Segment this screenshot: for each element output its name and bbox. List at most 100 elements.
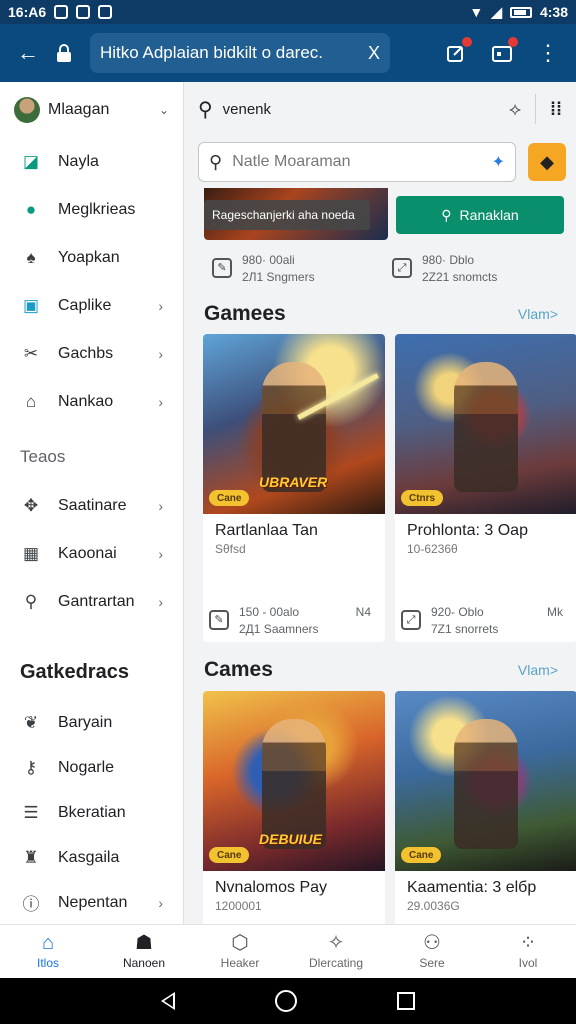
- card-meta: ⤢ 920- Oblo 7Z1 snorrets Mk: [401, 604, 573, 638]
- leaf-icon: ❦: [23, 712, 39, 732]
- pin-icon[interactable]: ⟡: [509, 99, 521, 120]
- account-switcher[interactable]: Mlaagan ⌄: [0, 82, 183, 138]
- drawer-item-label: Saatinare: [58, 497, 127, 514]
- home-icon[interactable]: [275, 990, 297, 1012]
- view-more-link[interactable]: Vlam>: [518, 306, 558, 322]
- calendar-icon[interactable]: [484, 35, 520, 71]
- drawer-item-label: Gachbs: [58, 345, 114, 362]
- edit-icon[interactable]: [438, 35, 474, 71]
- input-row: ⚲ Natle Moaraman ✦ ◆: [184, 136, 576, 188]
- signal-icon: ◢: [491, 3, 502, 20]
- more-vert-icon[interactable]: ⋮: [530, 35, 566, 71]
- game-image: UBRAVER Cane: [203, 334, 385, 514]
- status-bar: 16:A6 ▼ ◢ 4:38: [0, 0, 576, 24]
- search-query[interactable]: venenk: [223, 101, 271, 118]
- search-icon[interactable]: ⚲: [198, 97, 213, 122]
- bottom-nav-item[interactable]: ✧ Dlercating: [288, 925, 384, 978]
- search-input[interactable]: ⚲ Natle Moaraman ✦: [198, 142, 516, 182]
- bottom-nav-item[interactable]: ⚇ Sere: [384, 925, 480, 978]
- voice-icon[interactable]: ✦: [492, 152, 505, 172]
- bottom-nav-item[interactable]: ⌂ Itlos: [0, 925, 96, 978]
- drawer-item[interactable]: ● Meglkrieas: [0, 186, 183, 234]
- badge-icon: ✧: [327, 932, 345, 954]
- key-icon: ⚷: [24, 757, 38, 777]
- game-card[interactable]: Rageschanjerki aha noeda ✎ 980· 00ali 2Л…: [204, 188, 388, 292]
- bottom-nav-label: Sere: [419, 956, 445, 970]
- meta-tag: Mk: [547, 605, 563, 619]
- clear-url-icon[interactable]: X: [368, 43, 380, 64]
- game-card[interactable]: UBRAVER Cane Rartlanlaa Tan Sθfsd ✎ 150 …: [203, 334, 385, 642]
- tooltip: Rageschanjerki aha noeda: [204, 200, 370, 230]
- game-banner: DEBUIUE: [259, 831, 323, 847]
- green-button-label: Ranaklan: [459, 207, 519, 223]
- drawer-section-header: Teaos: [20, 447, 66, 466]
- card-meta: ✎ 980· 00ali 2Л1 Sngmers: [212, 252, 315, 286]
- notification-icon: [76, 5, 91, 19]
- search-icon: ⚲: [209, 151, 223, 172]
- hero-figure: [454, 362, 518, 492]
- drawer-item[interactable]: ♠ Yoapkan: [0, 234, 183, 282]
- bottom-navigation: ⌂ Itlos ☗ Nanoen ⬡ Heaker ✧ Dlercating ⚇…: [0, 924, 576, 978]
- drawer-item[interactable]: ▦ Kaoonai ›: [0, 530, 183, 578]
- drawer-item[interactable]: ⚲ Gantrartan ›: [0, 578, 183, 626]
- game-card[interactable]: Cane Kaamentia: 3 elбp 29.0036G: [395, 691, 576, 924]
- notification-badge: [462, 37, 472, 47]
- drawer-item[interactable]: ⓘ Nepentan ›: [0, 880, 183, 925]
- drawer-item[interactable]: ◪ Nayla: [0, 138, 183, 186]
- section-title: Cames: [204, 658, 273, 681]
- bottom-nav-item[interactable]: ⁘ Ivol: [480, 925, 576, 978]
- back-arrow-icon[interactable]: ←: [10, 35, 46, 71]
- drawer-item[interactable]: ❦ Baryain: [0, 700, 183, 745]
- chevron-right-icon: ›: [158, 498, 163, 514]
- game-image: Ctnrs: [395, 334, 576, 514]
- drawer-item-label: Yoapkan: [58, 249, 120, 266]
- chevron-right-icon: ›: [158, 546, 163, 562]
- calendar-icon: ▦: [22, 544, 40, 563]
- drawer-item[interactable]: ▣ Caplike ›: [0, 282, 183, 330]
- navigation-drawer: Mlaagan ⌄ ◪ Nayla ● Meglkrieas ♠ Yoapkan…: [0, 82, 184, 924]
- main-content: ⚲ venenk ⟡ ⁞⁞ ⚲ Natle Moaraman ✦ ◆ Rages…: [184, 82, 576, 924]
- view-more-link[interactable]: Vlam>: [518, 662, 558, 678]
- meta-line: 980· 00ali: [242, 253, 295, 267]
- meta-line: 2Д1 Saamners: [239, 622, 319, 636]
- meta-line: 150 - 00alo: [239, 605, 300, 619]
- meta-tag: N4: [355, 605, 371, 619]
- url-bar[interactable]: Hitko Adplaian bidkilt o darec. X: [90, 33, 390, 73]
- dots-icon: ⁘: [519, 932, 537, 954]
- drawer-item[interactable]: ✥ Saatinare ›: [0, 482, 183, 530]
- drawer-item[interactable]: ✂ Gachbs ›: [0, 330, 183, 378]
- bottom-nav-item[interactable]: ⬡ Heaker: [192, 925, 288, 978]
- bag-icon: ♜: [23, 847, 39, 867]
- green-action-button[interactable]: ⚲ Ranaklan: [396, 196, 564, 234]
- drawer-item[interactable]: ⚷ Nogarle: [0, 745, 183, 790]
- bottom-nav-item[interactable]: ☗ Nanoen: [96, 925, 192, 978]
- home-icon: ⌂: [41, 932, 55, 954]
- bottom-nav-label: Itlos: [36, 956, 59, 970]
- notification-badge: [508, 37, 518, 47]
- game-card[interactable]: ⚲ Ranaklan ⤢ 980· Dblo 2Z21 snomcts: [384, 188, 568, 292]
- game-card[interactable]: DEBUIUE Cane Nvnalomos Pay 1200001: [203, 691, 385, 924]
- apps-grid-icon[interactable]: ⁞⁞: [550, 99, 562, 120]
- drawer-item-label: Nepentan: [58, 893, 128, 911]
- status-clock: 4:38: [539, 4, 568, 20]
- square-icon: ◪: [22, 152, 40, 171]
- recents-icon[interactable]: [397, 992, 415, 1010]
- list-icon: ☰: [23, 802, 39, 822]
- drawer-item-label: Nankao: [58, 393, 114, 410]
- url-text: Hitko Adplaian bidkilt o darec.: [100, 43, 324, 62]
- top-card-row: Rageschanjerki aha noeda ✎ 980· 00ali 2Л…: [184, 188, 576, 292]
- back-icon[interactable]: [161, 992, 175, 1010]
- drawer-item[interactable]: ♜ Kasgaila: [0, 835, 183, 880]
- game-card[interactable]: Ctnrs Prohlonta: 3 Oap 10-6236θ ⤢ 920- O…: [395, 334, 576, 642]
- drawer-item[interactable]: ⌂ Nankao ›: [0, 378, 183, 426]
- bottom-nav-label: Heaker: [220, 956, 260, 970]
- game-image: DEBUIUE Cane: [203, 691, 385, 871]
- drawer-item[interactable]: ☰ Bkeratian: [0, 790, 183, 835]
- status-time: 16:A6: [8, 4, 47, 20]
- meta-line: 2Л1 Sngmers: [242, 270, 315, 284]
- section-header: Cames Vlam>: [184, 650, 576, 690]
- action-button[interactable]: ◆: [528, 143, 566, 181]
- drawer-item-label: Meglkrieas: [58, 201, 136, 218]
- info-icon: ⓘ: [22, 895, 40, 914]
- chevron-right-icon: ›: [158, 594, 163, 610]
